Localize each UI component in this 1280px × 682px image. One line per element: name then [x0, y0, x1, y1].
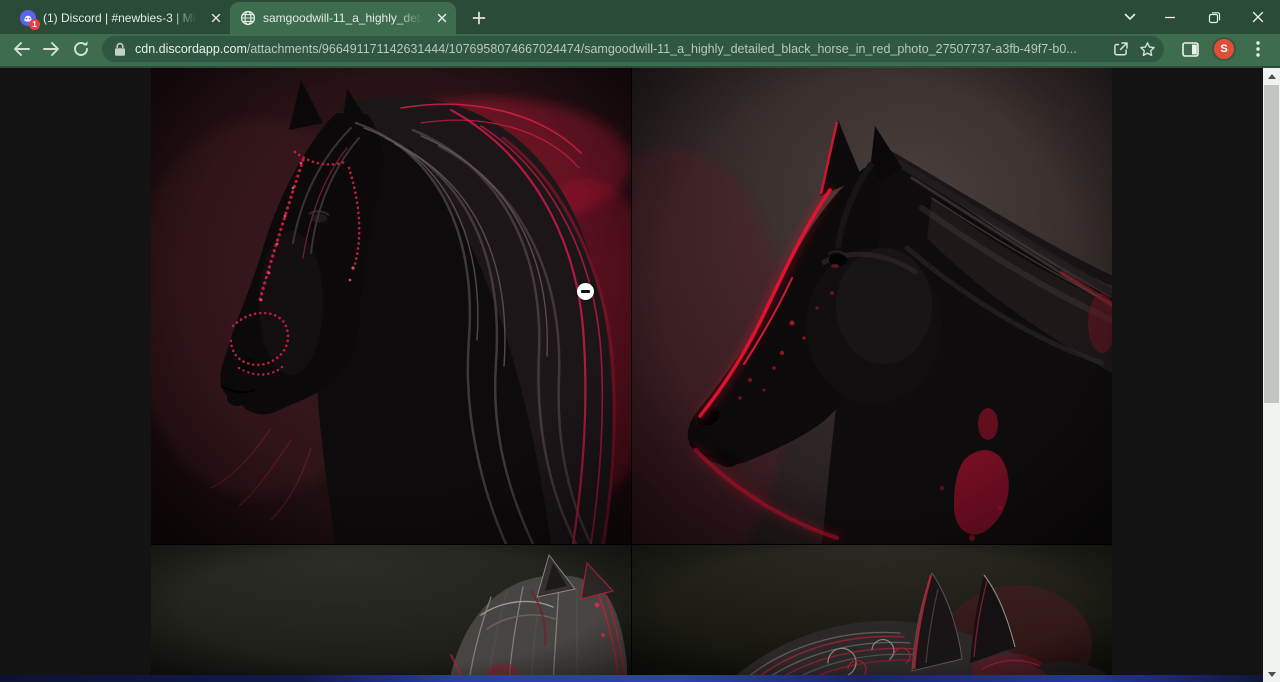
tab-discord[interactable]: 1 (1) Discord | #newbies-3 | Midjou: [10, 2, 230, 34]
chevron-down-icon: [1124, 13, 1136, 21]
toolbar: cdn.discordapp.com/attachments/966491171…: [0, 34, 1280, 68]
vertical-scrollbar[interactable]: [1263, 68, 1280, 682]
tab-title: samgoodwill-11_a_highly_detaile: [263, 11, 426, 25]
plus-icon: [472, 11, 486, 25]
restore-icon: [1208, 11, 1221, 24]
url-domain: cdn.discordapp.com: [135, 42, 247, 56]
scrollbar-down-arrow[interactable]: [1263, 666, 1280, 682]
notification-badge: 1: [29, 19, 40, 30]
tab-close-icon[interactable]: [433, 10, 450, 27]
star-icon: [1139, 41, 1156, 58]
taskbar-edge: [0, 675, 1263, 682]
forward-button[interactable]: [36, 35, 66, 63]
reload-button[interactable]: [66, 35, 96, 63]
window-controls: [1112, 0, 1280, 34]
reload-icon: [72, 40, 90, 58]
image-quadrant-top-right[interactable]: [632, 68, 1112, 544]
browser-menu-button[interactable]: [1244, 35, 1272, 63]
tab-search-button[interactable]: [1112, 0, 1148, 34]
close-icon: [1252, 11, 1264, 23]
browser-window: 1 (1) Discord | #newbies-3 | Midjou samg…: [0, 0, 1280, 682]
tab-strip: 1 (1) Discord | #newbies-3 | Midjou samg…: [0, 0, 1280, 34]
attachment-image[interactable]: [151, 68, 1112, 682]
scrollbar-thumb[interactable]: [1264, 85, 1279, 403]
globe-favicon-icon: [240, 10, 256, 26]
side-panel-icon: [1182, 42, 1199, 57]
tab-title: (1) Discord | #newbies-3 | Midjou: [43, 11, 200, 25]
tab-close-icon[interactable]: [207, 10, 224, 27]
minimize-icon: [1164, 11, 1176, 23]
zoom-out-cursor-icon: [577, 283, 594, 300]
side-panel-button[interactable]: [1176, 35, 1204, 63]
close-window-button[interactable]: [1236, 0, 1280, 34]
discord-favicon-icon: 1: [20, 10, 36, 26]
restore-button[interactable]: [1192, 0, 1236, 34]
image-quadrant-bottom-left[interactable]: [151, 545, 631, 682]
forward-arrow-icon: [42, 41, 61, 57]
new-tab-button[interactable]: [466, 5, 492, 31]
page-content: [0, 68, 1280, 682]
minimize-button[interactable]: [1148, 0, 1192, 34]
toolbar-right-cluster: S: [1176, 35, 1272, 63]
back-arrow-icon: [12, 41, 31, 57]
scrollbar-up-arrow[interactable]: [1263, 68, 1280, 84]
image-quadrant-bottom-right[interactable]: [632, 545, 1112, 682]
profile-avatar[interactable]: S: [1212, 37, 1236, 61]
url-text: cdn.discordapp.com/attachments/966491171…: [135, 42, 1108, 56]
bookmark-button[interactable]: [1134, 36, 1160, 62]
back-button[interactable]: [6, 35, 36, 63]
address-bar[interactable]: cdn.discordapp.com/attachments/966491171…: [102, 36, 1164, 62]
tab-image-attachment[interactable]: samgoodwill-11_a_highly_detaile: [230, 2, 456, 34]
lock-icon[interactable]: [114, 42, 126, 57]
three-dot-menu-icon: [1256, 41, 1260, 57]
image-quadrant-top-left[interactable]: [151, 68, 631, 544]
url-path: /attachments/966491171142631444/10769580…: [247, 42, 1077, 56]
share-icon: [1113, 41, 1129, 57]
share-button[interactable]: [1108, 36, 1134, 62]
